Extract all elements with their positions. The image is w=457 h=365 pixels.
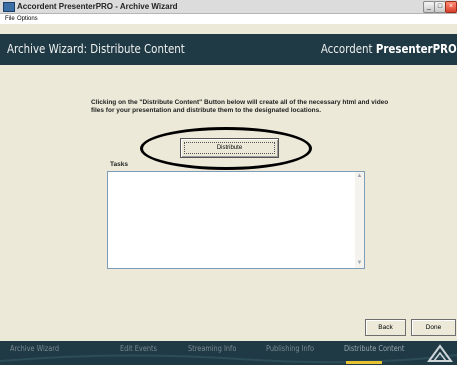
brand-product: PresenterPRO: [376, 41, 457, 56]
tasks-scrollbar[interactable]: ▲ ▼: [355, 172, 364, 268]
done-button[interactable]: Done: [411, 319, 456, 336]
step-publishing-info[interactable]: Publishing Info: [266, 341, 314, 357]
wizard-header: Archive Wizard: Distribute Content Accor…: [0, 34, 457, 65]
window-title: Accordent PresenterPRO - Archive Wizard: [17, 2, 178, 11]
tasks-label: Tasks: [110, 161, 128, 168]
focus-indicator: [184, 142, 275, 154]
header-spacer: [0, 24, 457, 34]
step-edit-events[interactable]: Edit Events: [120, 341, 157, 357]
page-title: Archive Wizard: Distribute Content: [7, 41, 185, 56]
menu-file[interactable]: File: [5, 14, 15, 24]
wizard-content: Clicking on the "Distribute Content" But…: [0, 65, 457, 341]
step-archive-wizard[interactable]: Archive Wizard: [10, 341, 59, 357]
close-button[interactable]: ×: [445, 1, 457, 13]
app-window: Accordent PresenterPRO - Archive Wizard …: [0, 0, 457, 365]
step-distribute-content[interactable]: Distribute Content: [344, 341, 404, 357]
wizard-steps-bar: Archive Wizard Edit Events Streaming Inf…: [0, 341, 457, 365]
step-streaming-info[interactable]: Streaming Info: [188, 341, 236, 357]
active-step-indicator: [346, 361, 382, 364]
distribute-button[interactable]: Distribute: [180, 138, 279, 158]
scroll-up-icon[interactable]: ▲: [355, 172, 364, 181]
scroll-down-icon[interactable]: ▼: [355, 259, 364, 268]
menu-options[interactable]: Options: [17, 14, 38, 24]
brand-name: Accordent: [321, 41, 377, 56]
app-icon: [3, 2, 15, 12]
title-bar[interactable]: Accordent PresenterPRO - Archive Wizard …: [0, 0, 457, 14]
back-button[interactable]: Back: [365, 319, 406, 336]
tasks-list[interactable]: ▲ ▼: [107, 171, 365, 269]
brand-logo-text: Accordent PresenterPRO: [321, 34, 457, 64]
instructions-text: Clicking on the "Distribute Content" But…: [91, 99, 389, 114]
accordent-logo-icon: [427, 344, 453, 362]
